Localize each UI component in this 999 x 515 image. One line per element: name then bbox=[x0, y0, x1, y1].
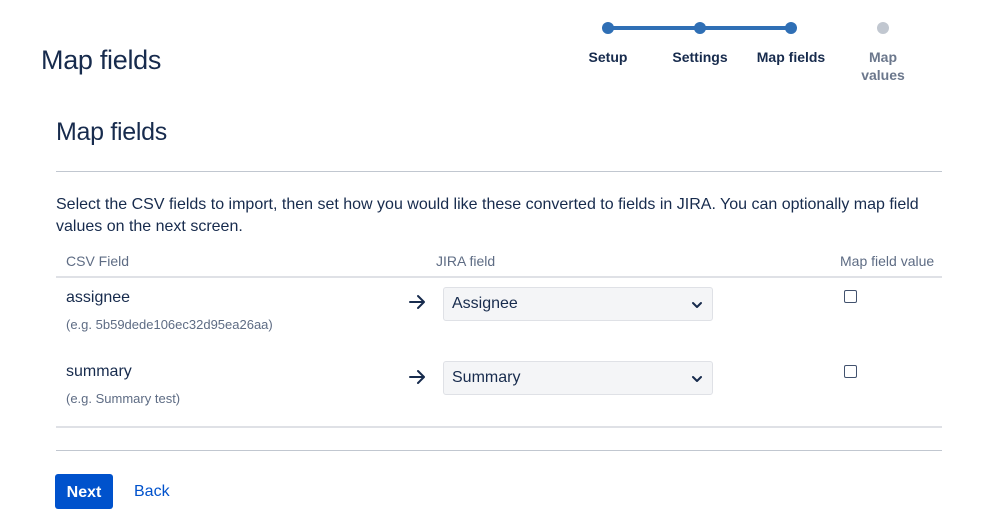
next-button[interactable]: Next bbox=[55, 474, 113, 509]
column-header-jira-field: JIRA field bbox=[436, 253, 496, 269]
map-field-value-checkbox[interactable] bbox=[844, 290, 857, 303]
csv-field-name: assignee bbox=[66, 289, 131, 306]
step-label-map-fields: Map fields bbox=[756, 49, 826, 65]
section-divider bbox=[56, 171, 942, 172]
step-dot-map-values bbox=[877, 22, 889, 34]
step-label-setup: Setup bbox=[588, 49, 628, 65]
jira-field-select[interactable]: Summary bbox=[443, 361, 713, 395]
column-header-csv-field: CSV Field bbox=[66, 253, 130, 269]
step-dot-settings bbox=[694, 22, 706, 34]
jira-field-select[interactable]: Assignee bbox=[443, 287, 713, 321]
column-header-map-field-value: Map field value bbox=[840, 253, 935, 269]
arrow-right-icon bbox=[409, 370, 425, 384]
actions-divider bbox=[56, 450, 942, 451]
step-label-map-values: Map values bbox=[861, 49, 905, 83]
jira-field-select-value: Assignee bbox=[452, 295, 518, 312]
csv-field-example: (e.g. Summary test) bbox=[66, 391, 181, 406]
table-header-divider bbox=[56, 276, 942, 278]
arrow-right-icon bbox=[409, 295, 425, 309]
section-description: Select the CSV fields to import, then se… bbox=[56, 196, 919, 235]
section-title: Map fields bbox=[56, 118, 167, 146]
map-field-value-checkbox[interactable] bbox=[844, 365, 857, 378]
back-link[interactable]: Back bbox=[134, 483, 170, 501]
step-dot-setup bbox=[602, 22, 614, 34]
progress-tracker: Setup Settings Map fields Map values bbox=[0, 0, 999, 100]
table-bottom-border bbox=[56, 426, 942, 428]
chevron-down-icon bbox=[692, 302, 702, 308]
step-label-settings: Settings bbox=[672, 49, 728, 65]
import-page: Map fields Setup Settings Map fields Map… bbox=[0, 0, 999, 515]
csv-field-name: summary bbox=[66, 363, 132, 380]
csv-field-example: (e.g. 5b59dede106ec32d95ea26aa) bbox=[66, 317, 273, 332]
chevron-down-icon bbox=[692, 376, 702, 382]
jira-field-select-value: Summary bbox=[452, 369, 521, 386]
step-dot-map-fields bbox=[785, 22, 797, 34]
